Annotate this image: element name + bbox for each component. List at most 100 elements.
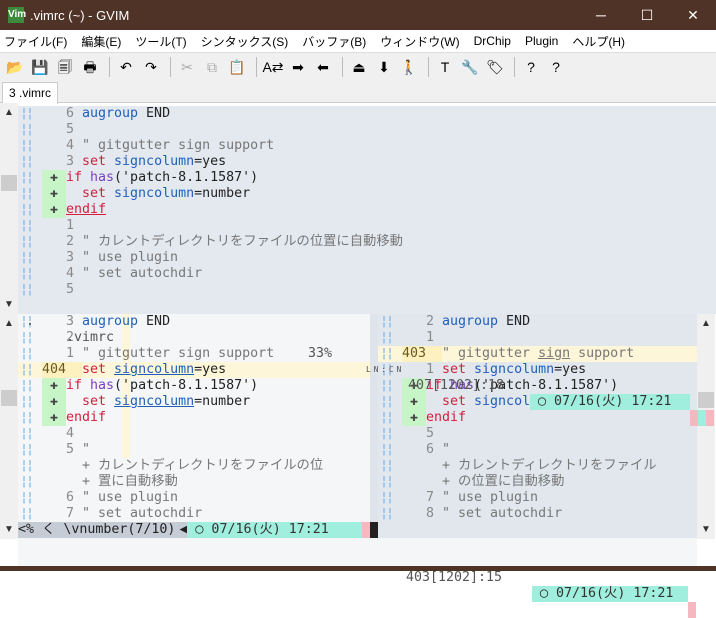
menu-item[interactable]: シンタックス(S) bbox=[201, 33, 289, 50]
scrollbar-thumb[interactable] bbox=[1, 175, 17, 191]
git-added-sign-icon: ✚ bbox=[42, 186, 66, 202]
right-scrollbar[interactable]: ▲ ▼ bbox=[697, 314, 715, 539]
code-line: ¦¦ 5 " bbox=[18, 442, 370, 458]
scrollbar-thumb[interactable] bbox=[698, 392, 714, 408]
redo-icon[interactable]: ↷ bbox=[140, 56, 162, 78]
print-icon[interactable]: 🖶 bbox=[79, 56, 101, 78]
indent-guide: ¦¦ bbox=[20, 442, 34, 457]
menu-item[interactable]: ヘルプ(H) bbox=[572, 33, 625, 50]
code-token: " gitgutter bbox=[442, 346, 539, 361]
scroll-down-icon[interactable]: ▼ bbox=[0, 299, 18, 310]
minimize-button[interactable]: ─ bbox=[578, 0, 624, 30]
code-line: ¦¦3augroup END bbox=[18, 314, 370, 330]
percent: <% bbox=[18, 522, 35, 537]
code-line: ¦¦✚if has('patch-8.1.1587') bbox=[18, 378, 370, 394]
indent-guide: ¦¦ bbox=[380, 410, 394, 425]
menu-item[interactable]: バッファ(B) bbox=[302, 33, 366, 50]
save-all-icon[interactable]: 🗐 bbox=[54, 56, 76, 78]
code-line: ¦¦ 3 set signcolumn =yes bbox=[18, 154, 716, 170]
clock: ◯ 07/16(火) 17:21 bbox=[532, 586, 688, 602]
indent-guide: ¦¦ bbox=[380, 346, 394, 361]
scroll-down-icon[interactable]: ▼ bbox=[0, 524, 18, 535]
indent-guide: ¦¦ bbox=[20, 218, 34, 233]
find-prev-icon[interactable]: ⬅ bbox=[312, 56, 334, 78]
run-script-icon[interactable]: 🚶 bbox=[398, 56, 420, 78]
bottom-left-scrollbar[interactable]: ▲ ▼ bbox=[0, 314, 18, 539]
editor-window-top[interactable]: ¦¦ 6 augroup END ¦¦ 5 ¦¦ 4 " gitgutter sign sup… bbox=[18, 106, 716, 298]
indent-guide: ¦¦ bbox=[20, 234, 34, 249]
make-icon[interactable]: T bbox=[434, 56, 456, 78]
menu-bar: ファイル(F) 編集(E) ツール(T) シンタックス(S) バッファ(B) ウィンドウ(… bbox=[0, 30, 716, 52]
open-icon[interactable]: 📂 bbox=[4, 56, 26, 78]
code-token: END bbox=[138, 106, 171, 121]
code-token: + の位置に自動移動 bbox=[442, 474, 565, 489]
line-number: 7 bbox=[425, 490, 434, 505]
code-token: endif bbox=[66, 202, 107, 217]
code-token: " set autochdir bbox=[82, 506, 203, 521]
help-icon[interactable]: ? bbox=[520, 56, 542, 78]
scrollbar-thumb[interactable] bbox=[1, 390, 17, 406]
close-button[interactable]: ✕ bbox=[670, 0, 716, 30]
paste-icon[interactable]: 📋 bbox=[226, 56, 248, 78]
code-token: augroup bbox=[82, 314, 139, 329]
code-token: =yes bbox=[194, 362, 227, 377]
top-left-scrollbar[interactable]: ▲ ▼ bbox=[0, 103, 18, 314]
save-icon[interactable]: 💾 bbox=[29, 56, 51, 78]
code-token: endif bbox=[66, 410, 107, 425]
scroll-up-icon[interactable]: ▲ bbox=[0, 107, 18, 118]
code-token: + カレントディレクトリをファイル bbox=[442, 458, 657, 473]
menu-item[interactable]: 編集(E) bbox=[81, 33, 121, 50]
code-token: + 置に自動移動 bbox=[82, 474, 178, 489]
cut-icon[interactable]: ✂ bbox=[176, 56, 198, 78]
line-number: 5 bbox=[65, 442, 74, 457]
indent-guide: ¦¦ bbox=[380, 314, 394, 329]
menu-item[interactable]: DrChip bbox=[474, 34, 511, 48]
load-session-icon[interactable]: ⏏ bbox=[348, 56, 370, 78]
menu-item[interactable]: ウィンドウ(W) bbox=[380, 33, 459, 50]
menu-item[interactable]: ファイル(F) bbox=[4, 33, 67, 50]
line-col-symbol: L N : C N bbox=[366, 365, 401, 374]
code-line: ¦¦ 2 " カレントディレクトリをファイルの位置に自動移動 bbox=[18, 234, 716, 250]
code-line: ¦¦ 4 " set autochdir bbox=[18, 266, 716, 282]
save-session-icon[interactable]: ⬇ bbox=[373, 56, 395, 78]
scroll-down-icon[interactable]: ▼ bbox=[697, 524, 715, 535]
code-token: " use plugin bbox=[82, 250, 179, 265]
scroll-up-icon[interactable]: ▲ bbox=[697, 318, 715, 329]
line-number: 2 bbox=[425, 314, 434, 329]
code-line: ¦¦ 1 set signcolumn =yes bbox=[378, 362, 697, 378]
code-line: ¦¦ 4 " gitgutter sign support bbox=[18, 138, 716, 154]
code-line: ¦¦ 2 augroup END bbox=[378, 314, 697, 330]
line-number: 4 bbox=[65, 426, 74, 441]
menu-item[interactable]: Plugin bbox=[525, 34, 558, 48]
code-token: " gitgutter sign support bbox=[82, 138, 275, 153]
find-next-icon[interactable]: ➡ bbox=[287, 56, 309, 78]
command-line[interactable] bbox=[18, 538, 697, 566]
shell-icon[interactable]: 🔧 bbox=[459, 56, 481, 78]
copy-icon[interactable]: ⧉ bbox=[201, 56, 223, 78]
find-help-icon[interactable]: ? bbox=[545, 56, 567, 78]
indent-guide: ¦¦ bbox=[20, 266, 34, 281]
code-token: =yes bbox=[554, 362, 587, 377]
tags-icon[interactable]: 🏷 bbox=[484, 56, 506, 78]
line-number: 8 bbox=[425, 506, 434, 521]
editor-window-bottom-right[interactable]: ¦¦ 2 augroup END ¦¦ 1 ¦¦ 403 " gitgutter sign s… bbox=[378, 314, 697, 522]
undo-icon[interactable]: ↶ bbox=[115, 56, 137, 78]
code-line: ¦¦ + カレントディレクトリをファイルの位 bbox=[18, 458, 370, 474]
line-number bbox=[402, 458, 442, 474]
menu-item[interactable]: ツール(T) bbox=[135, 33, 186, 50]
code-line: ¦¦ 8 " set autochdir bbox=[378, 506, 697, 522]
code-line: ¦¦ ✚ set signcolumn=number bbox=[18, 186, 716, 202]
indent-guide: ¦¦ bbox=[20, 154, 34, 169]
code-line: ¦¦ + の位置に自動移動 bbox=[378, 474, 697, 490]
vertical-split-divider[interactable] bbox=[370, 314, 378, 522]
scroll-up-icon[interactable]: ▲ bbox=[0, 318, 18, 329]
cursor-position: 407[1202]:18 bbox=[408, 378, 505, 393]
git-added-sign-icon: ✚ bbox=[402, 394, 426, 410]
replace-icon[interactable]: A⇄ bbox=[262, 56, 284, 78]
tab-vimrc[interactable]: 3 .vimrc bbox=[2, 82, 58, 104]
tab-line: 3 .vimrc bbox=[0, 80, 716, 104]
code-line: ¦¦✚endif bbox=[18, 410, 370, 426]
code-line: ¦¦ 6 " use plugin bbox=[18, 490, 370, 506]
line-number: 6 bbox=[425, 442, 434, 457]
maximize-button[interactable]: ☐ bbox=[624, 0, 670, 30]
